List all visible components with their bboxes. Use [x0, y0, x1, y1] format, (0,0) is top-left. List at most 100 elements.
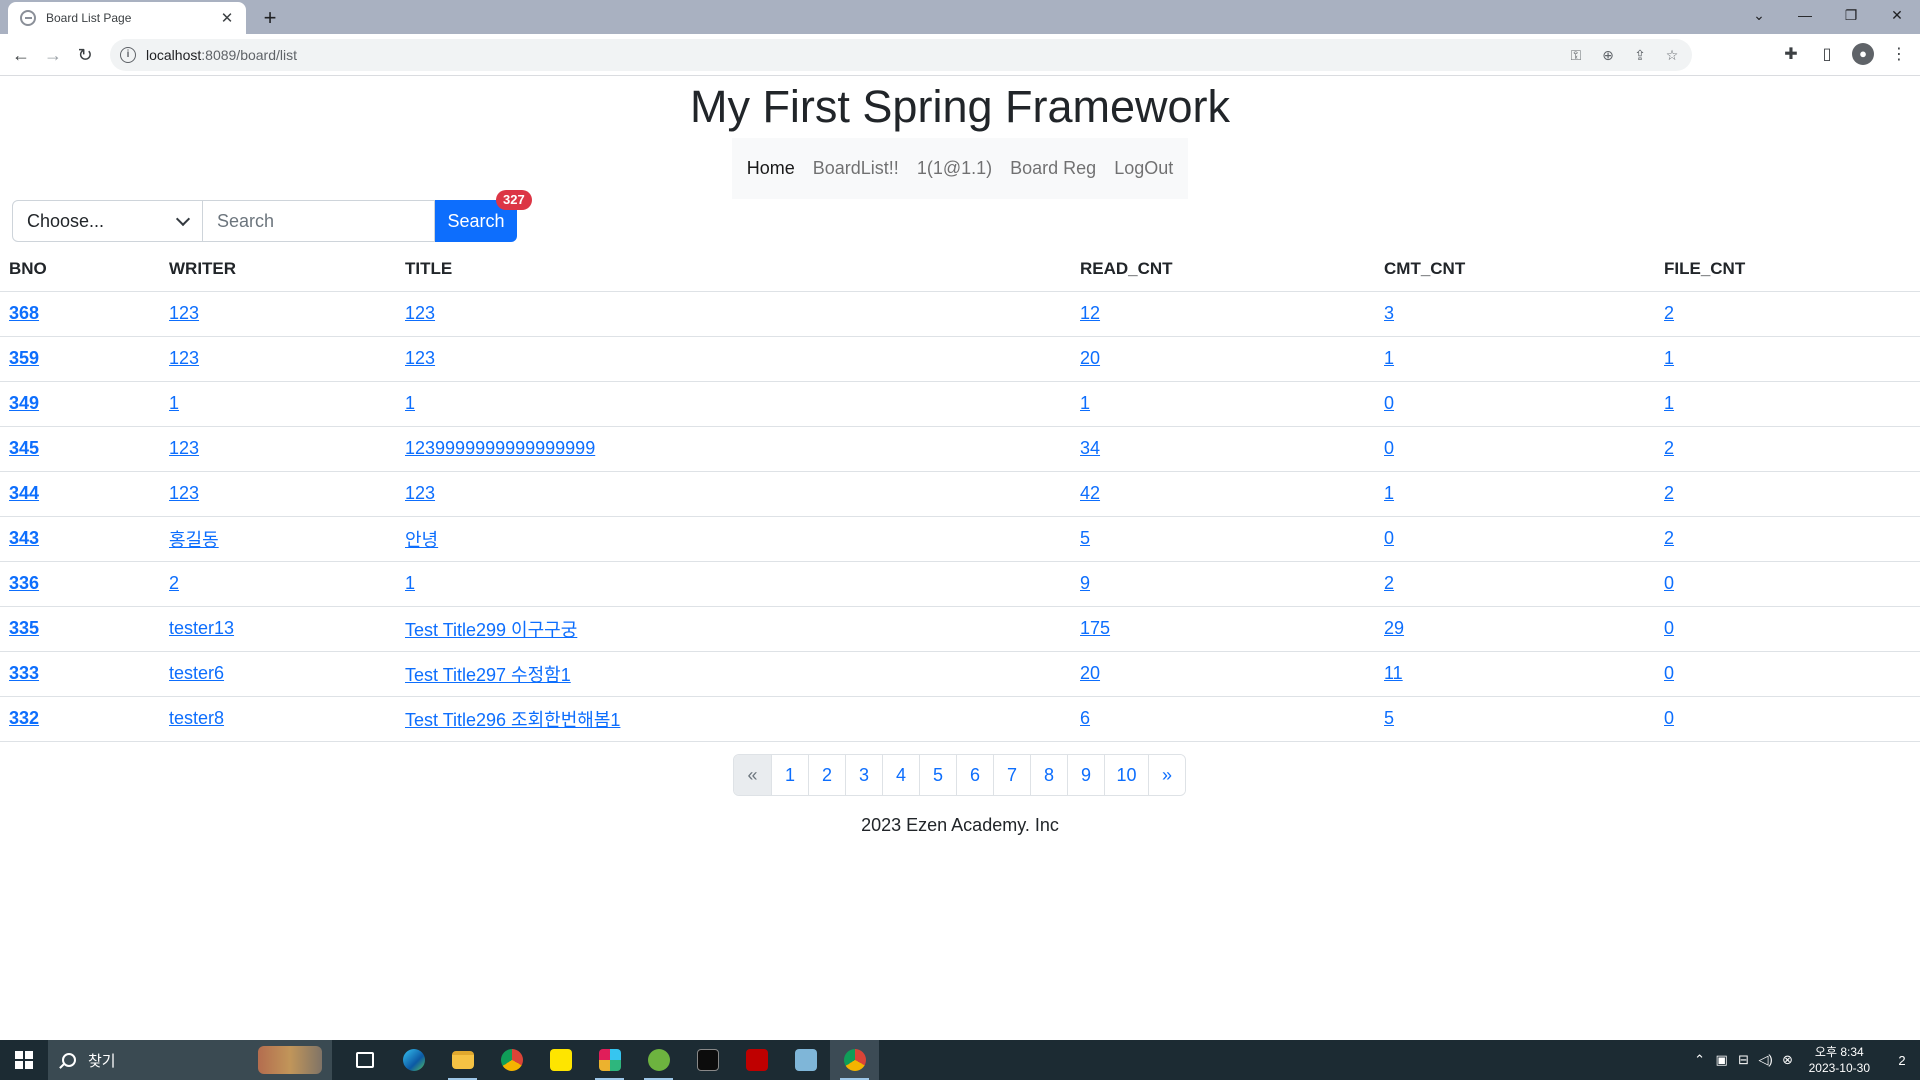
- bno-link[interactable]: 345: [9, 438, 39, 458]
- file-cnt-link[interactable]: 2: [1664, 303, 1674, 323]
- nav-board-list[interactable]: BoardList!!: [813, 158, 899, 179]
- task-view-icon[interactable]: [340, 1040, 389, 1080]
- cmt-cnt-link[interactable]: 29: [1384, 618, 1404, 638]
- read-cnt-link[interactable]: 20: [1080, 348, 1100, 368]
- cmt-cnt-link[interactable]: 0: [1384, 393, 1394, 413]
- file-cnt-link[interactable]: 0: [1664, 663, 1674, 683]
- read-cnt-link[interactable]: 5: [1080, 528, 1090, 548]
- title-link[interactable]: 123: [405, 483, 435, 503]
- bno-link[interactable]: 359: [9, 348, 39, 368]
- cmt-cnt-link[interactable]: 1: [1384, 348, 1394, 368]
- cmt-cnt-link[interactable]: 2: [1384, 573, 1394, 593]
- new-tab-button[interactable]: +: [256, 4, 284, 32]
- filezilla-icon[interactable]: [732, 1040, 781, 1080]
- title-link[interactable]: 1: [405, 393, 415, 413]
- bno-link[interactable]: 368: [9, 303, 39, 323]
- title-link[interactable]: 123: [405, 303, 435, 323]
- page-link-7[interactable]: 7: [993, 755, 1030, 795]
- page-link-1[interactable]: 1: [771, 755, 808, 795]
- taskbar-clock[interactable]: 오후 8:34 2023-10-30: [1809, 1044, 1870, 1076]
- meet-now-icon[interactable]: ▣: [1711, 1052, 1733, 1068]
- search-type-select[interactable]: Choose...: [12, 200, 203, 242]
- status-x-icon[interactable]: ⊗: [1777, 1052, 1799, 1068]
- extensions-puzzle-icon[interactable]: ✚: [1780, 43, 1802, 67]
- network-icon[interactable]: ⊟: [1733, 1052, 1755, 1068]
- writer-link[interactable]: 1: [169, 393, 179, 413]
- cmt-cnt-link[interactable]: 11: [1384, 663, 1403, 683]
- writer-link[interactable]: 2: [169, 573, 179, 593]
- nav-home[interactable]: Home: [747, 158, 795, 179]
- file-cnt-link[interactable]: 1: [1664, 348, 1674, 368]
- slack-icon[interactable]: [585, 1040, 634, 1080]
- bno-link[interactable]: 336: [9, 573, 39, 593]
- page-prev[interactable]: «: [734, 755, 771, 795]
- edge-browser-icon[interactable]: [389, 1040, 438, 1080]
- bno-link[interactable]: 344: [9, 483, 39, 503]
- file-cnt-link[interactable]: 1: [1664, 393, 1674, 413]
- page-link-5[interactable]: 5: [919, 755, 956, 795]
- bookmark-star-icon[interactable]: ☆: [1662, 45, 1682, 65]
- bno-link[interactable]: 335: [9, 618, 39, 638]
- cmt-cnt-link[interactable]: 0: [1384, 528, 1394, 548]
- page-link-6[interactable]: 6: [956, 755, 993, 795]
- file-cnt-link[interactable]: 2: [1664, 483, 1674, 503]
- minimize-button[interactable]: —: [1782, 0, 1828, 30]
- spring-tool-suite-icon[interactable]: [634, 1040, 683, 1080]
- start-button[interactable]: [0, 1040, 48, 1080]
- profile-avatar-icon[interactable]: ●: [1852, 43, 1874, 65]
- file-cnt-link[interactable]: 2: [1664, 528, 1674, 548]
- chevron-up-icon[interactable]: ⌃: [1689, 1052, 1711, 1068]
- page-link-8[interactable]: 8: [1030, 755, 1067, 795]
- writer-link[interactable]: 홍길동: [169, 530, 219, 550]
- bno-link[interactable]: 349: [9, 393, 39, 413]
- address-bar[interactable]: i localhost:8089/board/list ⚿ ⊕ ⇪ ☆: [110, 39, 1692, 71]
- writer-link[interactable]: 123: [169, 483, 199, 503]
- restore-button[interactable]: ❐: [1828, 0, 1874, 30]
- read-cnt-link[interactable]: 6: [1080, 708, 1090, 728]
- chrome-icon[interactable]: [487, 1040, 536, 1080]
- read-cnt-link[interactable]: 12: [1080, 303, 1100, 323]
- title-link[interactable]: Test Title296 조회한번해봄1: [405, 710, 620, 730]
- search-input[interactable]: [203, 200, 435, 242]
- page-link-3[interactable]: 3: [845, 755, 882, 795]
- key-icon[interactable]: ⚿: [1566, 45, 1586, 65]
- site-info-icon[interactable]: i: [120, 47, 136, 63]
- bno-link[interactable]: 333: [9, 663, 39, 683]
- search-button[interactable]: Search 327: [435, 190, 532, 242]
- back-arrow-icon[interactable]: ←: [8, 42, 34, 68]
- nav-user-profile[interactable]: 1(1@1.1): [917, 158, 992, 179]
- writer-link[interactable]: 123: [169, 303, 199, 323]
- forward-arrow-icon[interactable]: →: [40, 42, 66, 68]
- cmt-cnt-link[interactable]: 1: [1384, 483, 1394, 503]
- kakaotalk-icon[interactable]: [536, 1040, 585, 1080]
- volume-icon[interactable]: ◁): [1755, 1052, 1777, 1068]
- cmt-cnt-link[interactable]: 0: [1384, 438, 1394, 458]
- close-tab-icon[interactable]: ✕: [218, 9, 236, 27]
- title-link[interactable]: Test Title299 이구구궁: [405, 620, 577, 640]
- file-cnt-link[interactable]: 0: [1664, 573, 1674, 593]
- read-cnt-link[interactable]: 9: [1080, 573, 1090, 593]
- read-cnt-link[interactable]: 34: [1080, 438, 1100, 458]
- file-cnt-link[interactable]: 0: [1664, 708, 1674, 728]
- nav-logout[interactable]: LogOut: [1114, 158, 1173, 179]
- writer-link[interactable]: 123: [169, 348, 199, 368]
- page-link-4[interactable]: 4: [882, 755, 919, 795]
- title-link[interactable]: 1: [405, 573, 415, 593]
- writer-link[interactable]: tester6: [169, 663, 224, 683]
- page-link-9[interactable]: 9: [1067, 755, 1104, 795]
- zoom-icon[interactable]: ⊕: [1598, 45, 1618, 65]
- read-cnt-link[interactable]: 175: [1080, 618, 1110, 638]
- close-window-button[interactable]: ✕: [1874, 0, 1920, 30]
- side-panel-icon[interactable]: ▯: [1816, 43, 1838, 67]
- writer-link[interactable]: tester8: [169, 708, 224, 728]
- file-cnt-link[interactable]: 0: [1664, 618, 1674, 638]
- file-cnt-link[interactable]: 2: [1664, 438, 1674, 458]
- title-link[interactable]: Test Title297 수정함1: [405, 665, 571, 685]
- nav-board-reg[interactable]: Board Reg: [1010, 158, 1096, 179]
- bno-link[interactable]: 343: [9, 528, 39, 548]
- share-icon[interactable]: ⇪: [1630, 45, 1650, 65]
- read-cnt-link[interactable]: 20: [1080, 663, 1100, 683]
- read-cnt-link[interactable]: 42: [1080, 483, 1100, 503]
- page-next[interactable]: »: [1148, 755, 1185, 795]
- writer-link[interactable]: 123: [169, 438, 199, 458]
